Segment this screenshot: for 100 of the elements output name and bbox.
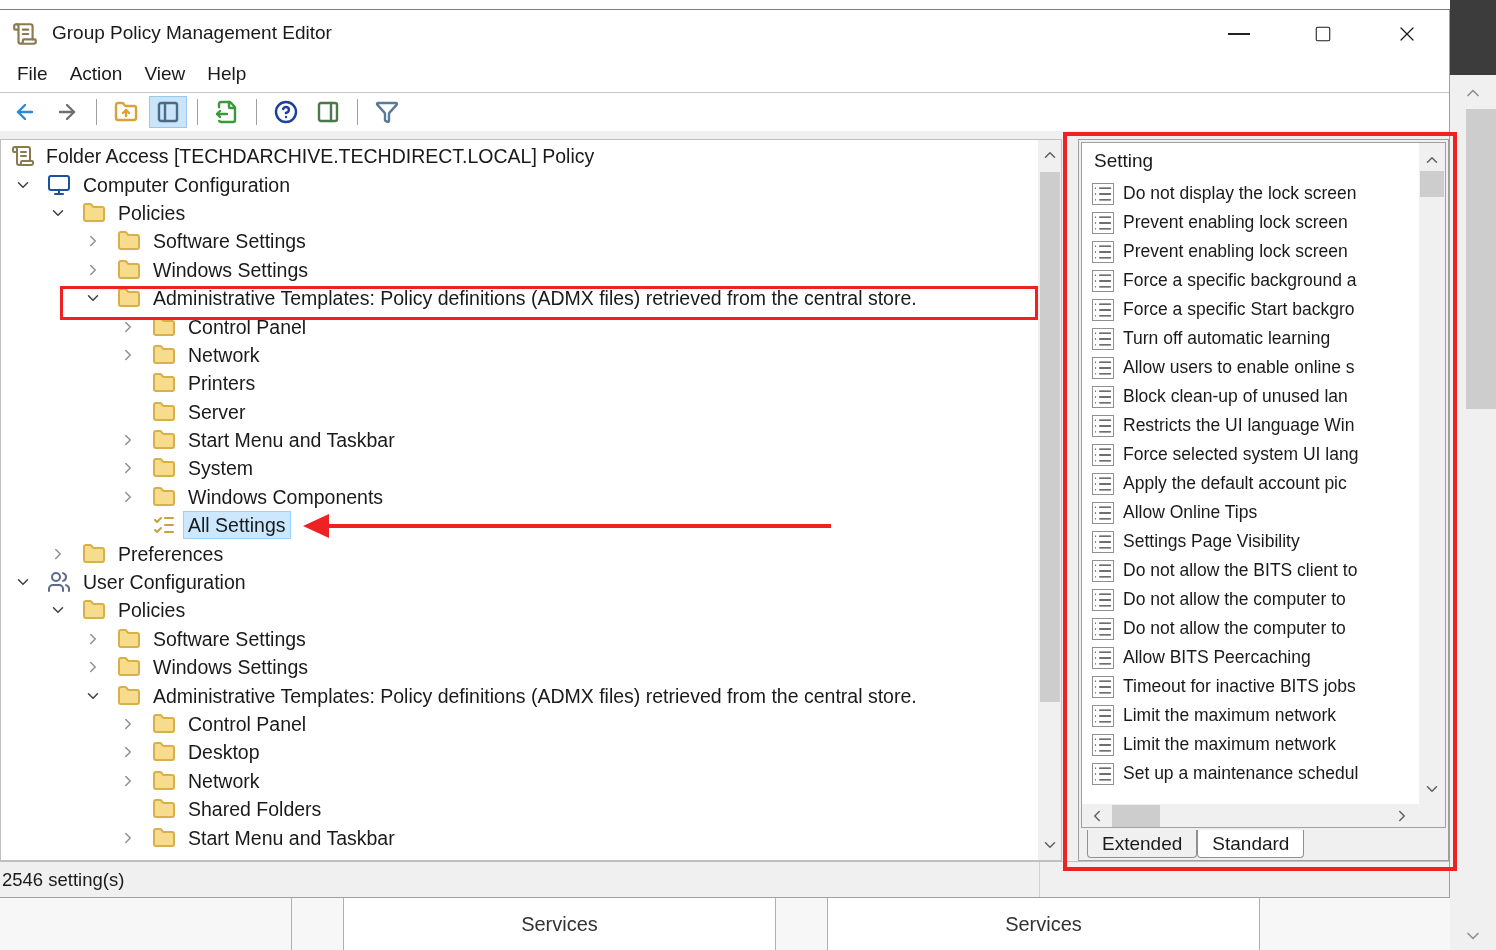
setting-name[interactable]: Settings Page Visibility [1123, 528, 1300, 555]
setting-name[interactable]: Turn off automatic learning [1123, 325, 1331, 352]
scrollbar-thumb[interactable] [1466, 109, 1496, 409]
window-title: Group Policy Management Editor [52, 21, 332, 46]
menu-item[interactable]: Action [60, 60, 132, 89]
setting-icon [1092, 472, 1114, 495]
setting-name[interactable]: Restricts the UI language Win [1123, 412, 1355, 439]
setting-icon [1092, 443, 1114, 466]
setting-name[interactable]: Set up a maintenance schedul [1123, 760, 1359, 787]
setting-icon [1092, 617, 1114, 640]
scrollbar-thumb[interactable] [1112, 804, 1160, 827]
setting-icon [1092, 356, 1114, 379]
setting-icon [1092, 646, 1114, 669]
tree-item[interactable]: Network [183, 340, 265, 369]
maximize-icon [1314, 24, 1332, 43]
action-pane-icon [316, 100, 340, 124]
tree-item[interactable]: Software Settings [148, 624, 311, 653]
help-icon [274, 100, 298, 124]
tree-item[interactable]: System [183, 454, 258, 483]
scrollbar-thumb[interactable] [1420, 171, 1444, 197]
tree-item[interactable]: Computer Configuration [78, 170, 296, 199]
setting-icon [1092, 733, 1114, 756]
menu-item[interactable]: View [135, 60, 195, 89]
tree-item[interactable]: Shared Folders [183, 795, 327, 824]
setting-name[interactable]: Prevent enabling lock screen [1123, 209, 1348, 236]
setting-icon [1092, 762, 1114, 785]
menu-item[interactable]: Help [198, 60, 256, 89]
tree-item[interactable]: Windows Settings [148, 653, 313, 682]
tree-item[interactable]: Server [183, 397, 251, 426]
setting-icon [1092, 704, 1114, 727]
tree-item[interactable]: Control Panel [183, 312, 312, 341]
setting-icon [1092, 298, 1114, 321]
setting-name[interactable]: Block clean-up of unused lan [1123, 383, 1348, 410]
tree-item[interactable]: Start Menu and Taskbar [183, 426, 400, 455]
vertical-scrollbar[interactable] [1419, 143, 1445, 804]
setting-name[interactable]: Apply the default account pic [1123, 470, 1347, 497]
tab[interactable]: Standard [1197, 830, 1305, 858]
tree-item[interactable]: Control Panel [183, 710, 312, 738]
export-list-icon [215, 100, 239, 124]
setting-name[interactable]: Limit the maximum network [1123, 702, 1336, 729]
tree-item[interactable]: Software Settings [148, 227, 311, 256]
column-header: Services [521, 912, 598, 937]
tree-item[interactable]: All Settings [183, 511, 291, 540]
tab[interactable]: Extended [1087, 830, 1198, 858]
setting-name[interactable]: Allow users to enable online s [1123, 354, 1355, 381]
tree-item[interactable]: Folder Access [TECHDARCHIVE.TECHDIRECT.LOCAL] Policy [41, 142, 600, 171]
column-header[interactable]: Setting [1082, 143, 1419, 179]
setting-name[interactable]: Force a specific Start backgro [1123, 296, 1355, 323]
setting-name[interactable]: Limit the maximum network [1123, 731, 1336, 758]
setting-icon [1092, 501, 1114, 524]
setting-icon [1092, 182, 1114, 205]
folder-icon [151, 342, 177, 367]
menu-item[interactable]: File [8, 60, 57, 89]
setting-name[interactable]: Do not allow the computer to [1123, 615, 1346, 642]
setting-name[interactable]: Timeout for inactive BITS jobs [1123, 673, 1356, 700]
tree-item[interactable]: Administrative Templates: Policy definitions (ADMX files) retrieved from the central store. [148, 284, 922, 313]
folder-icon [116, 257, 142, 282]
tree-item[interactable]: Policies [113, 198, 191, 227]
setting-icon [1092, 211, 1114, 234]
console-tree-icon [156, 100, 180, 124]
setting-icon [1092, 240, 1114, 263]
app-icon [12, 20, 38, 47]
scrollbar-thumb[interactable] [1039, 172, 1060, 702]
vertical-scrollbar[interactable] [1038, 140, 1061, 860]
folder-icon [81, 541, 107, 566]
folder-up-icon [114, 100, 138, 124]
tree-item[interactable]: Windows Components [183, 482, 389, 511]
tree-item[interactable]: Policies [113, 596, 191, 625]
setting-name[interactable]: Do not allow the computer to [1123, 586, 1346, 613]
tree-item[interactable]: Start Menu and Taskbar [183, 823, 400, 852]
setting-icon [1092, 327, 1114, 350]
scroll-icon [11, 144, 35, 169]
setting-icon [1092, 385, 1114, 408]
tree-item[interactable]: Preferences [113, 539, 229, 568]
setting-name[interactable]: Do not allow the BITS client to [1123, 557, 1358, 584]
filter-icon [375, 100, 399, 124]
setting-name[interactable]: Prevent enabling lock screen [1123, 238, 1348, 265]
setting-icon [1092, 414, 1114, 437]
setting-name[interactable]: Do not display the lock screen [1123, 180, 1357, 207]
folder-icon [116, 626, 142, 651]
setting-name[interactable]: Allow BITS Peercaching [1123, 644, 1311, 671]
setting-name[interactable]: Force a specific background a [1123, 267, 1357, 294]
setting-icon [1092, 588, 1114, 611]
folder-icon [151, 712, 177, 736]
setting-icon [1092, 269, 1114, 292]
folder-icon [151, 484, 177, 509]
tree-item[interactable]: Network [183, 766, 265, 795]
folder-icon [151, 768, 177, 793]
setting-icon [1092, 530, 1114, 553]
tree-item[interactable]: Printers [183, 369, 261, 398]
tree-item[interactable]: User Configuration [78, 568, 251, 597]
setting-name[interactable]: Force selected system UI lang [1123, 441, 1359, 468]
tree-item[interactable]: Administrative Templates: Policy definitions (ADMX files) retrieved from the central store. [148, 681, 922, 710]
toolbar-button[interactable] [149, 96, 187, 128]
setting-name[interactable]: Allow Online Tips [1123, 499, 1258, 526]
users-icon [46, 570, 72, 595]
horizontal-scrollbar[interactable] [1082, 804, 1445, 827]
tree-item[interactable]: Windows Settings [148, 255, 313, 284]
computer-icon [46, 172, 72, 197]
tree-item[interactable]: Desktop [183, 738, 265, 767]
